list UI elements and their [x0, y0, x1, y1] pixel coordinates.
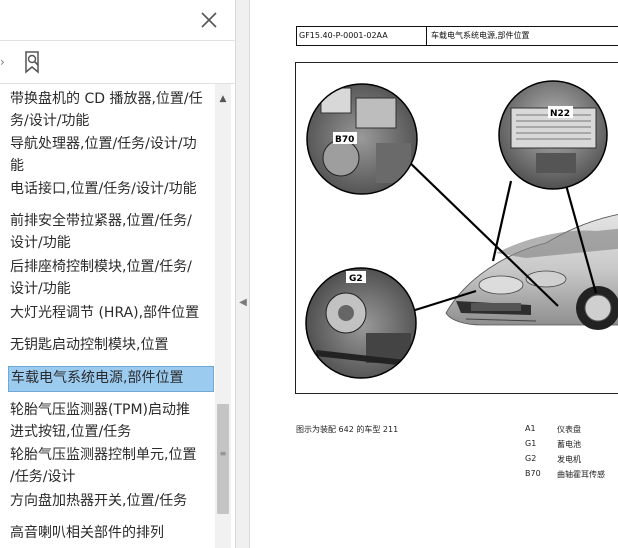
component-location-figure: B70 N22 G2 [295, 62, 618, 394]
close-panel-button[interactable] [197, 8, 221, 32]
bookmark-label-line1: 大灯光程调节 (HRA),部件位置 [10, 305, 200, 321]
document-page: GF15.40-P-0001-02AA 车载电气系统电源,部件位置 B70 N2… [251, 0, 618, 548]
panel-header [0, 0, 236, 40]
figure-illustration: B70 N22 G2 [305, 80, 618, 379]
g2-detail-bubble: G2 [305, 267, 417, 379]
bookmark-item-navigation-processor[interactable]: 导航处理器,位置/任务/设计/功 能 [8, 133, 214, 177]
legend-row: G2 发电机 [525, 454, 618, 469]
doc-title: 车载电气系统电源,部件位置 [431, 31, 530, 40]
legend-code: A1 [525, 424, 536, 433]
bookmark-label-line1: 电话接口,位置/任务/设计/功能 [10, 181, 197, 197]
bookmark-label-line1: 高音喇叭相关部件的排列 [10, 525, 164, 541]
legend-row: A1 仪表盘 [525, 424, 618, 439]
bookmark-item-rear-seat-module[interactable]: 后排座椅控制模块,位置/任务/ 设计/功能 [8, 256, 214, 300]
component-legend: A1 仪表盘 G1 蓄电池 G2 发电机 B70 曲轴霍耳传感 [525, 424, 618, 484]
bookmark-item-cd-changer[interactable]: 带换盘机的 CD 播放器,位置/任 务/设计/功能 [8, 88, 214, 132]
scroll-thumb[interactable]: ≡ [217, 404, 229, 514]
bookmark-item-tweeter[interactable]: 高音喇叭相关部件的排列 [8, 522, 214, 544]
bookmark-label-line2: 设计/功能 [10, 281, 71, 297]
figure-caption: 图示为装配 642 的车型 211 [296, 425, 399, 434]
bookmark-item-keyless-start[interactable]: 无钥匙启动控制模块,位置 [8, 334, 214, 356]
find-bookmark-button[interactable] [20, 49, 46, 75]
bookmark-label-line1: 轮胎气压监测器(TPM)启动推 [10, 402, 190, 418]
legend-desc: 曲轴霍耳传感 [557, 470, 605, 479]
bookmarks-panel: › 带换盘机的 CD 播放器,位置/任 务/设计/功能 导航处理器,位置/任务/… [0, 0, 236, 548]
legend-code: G2 [525, 454, 537, 463]
bookmark-label-line2: 务/设计/功能 [10, 113, 90, 129]
close-icon [201, 12, 217, 28]
bookmark-label-line1: 导航处理器,位置/任务/设计/功 [10, 136, 197, 152]
bookmark-search-icon [25, 51, 39, 74]
panel-toolbar: › [0, 41, 236, 83]
bookmark-label-line2: 能 [10, 158, 24, 174]
legend-desc: 仪表盘 [557, 425, 581, 434]
doc-id: GF15.40-P-0001-02AA [297, 27, 427, 45]
bookmark-label-line1: 无钥匙启动控制模块,位置 [10, 337, 169, 353]
bookmark-label-line1: 后排座椅控制模块,位置/任务/ [10, 259, 192, 275]
bookmark-item-seatbelt-tensioner[interactable]: 前排安全带拉紧器,位置/任务/ 设计/功能 [8, 210, 214, 254]
bookmark-scrollbar[interactable]: ▲ ≡ [215, 84, 231, 548]
bookmark-item-phone-interface[interactable]: 电话接口,位置/任务/设计/功能 [8, 178, 214, 200]
legend-row: B70 曲轴霍耳传感 [525, 469, 618, 484]
bookmark-label-line2: 设计/功能 [10, 235, 71, 251]
label-b70: B70 [335, 135, 354, 145]
toolbar-overflow-arrow[interactable]: › [0, 55, 6, 69]
legend-desc: 蓄电池 [557, 440, 581, 449]
doc-header-table: GF15.40-P-0001-02AA 车载电气系统电源,部件位置 [296, 26, 618, 46]
scroll-up-arrow-icon[interactable]: ▲ [215, 92, 231, 106]
bookmark-label-line1: 前排安全带拉紧器,位置/任务/ [10, 213, 192, 229]
bookmark-item-tpm-control-unit[interactable]: 轮胎气压监测器控制单元,位置 /任务/设计 [8, 444, 214, 488]
n22-detail-bubble: N22 [498, 80, 608, 190]
legend-desc: 发电机 [557, 455, 581, 464]
legend-row: G1 蓄电池 [525, 439, 618, 454]
collapse-panel-arrow-icon[interactable]: ◀ [238, 296, 248, 310]
bookmark-label-line2: /任务/设计 [10, 469, 76, 485]
grip-icon: ≡ [219, 449, 227, 458]
legend-code: G1 [525, 439, 537, 448]
bookmark-label-line1: 方向盘加热器开关,位置/任务 [10, 493, 188, 509]
label-g2: G2 [349, 274, 363, 284]
label-n22: N22 [550, 109, 570, 119]
legend-code: B70 [525, 469, 541, 478]
bookmark-item-tpm-button[interactable]: 轮胎气压监测器(TPM)启动推 进式按钮,位置/任务 [8, 399, 214, 443]
bookmark-item-power-supply-selected[interactable]: 车载电气系统电源,部件位置 [8, 366, 214, 392]
bookmark-item-steering-heater[interactable]: 方向盘加热器开关,位置/任务 [8, 490, 214, 512]
car-illustration [445, 214, 618, 330]
bookmark-label-line2: 进式按钮,位置/任务 [10, 424, 132, 440]
panel-splitter[interactable]: ◀ [236, 0, 250, 548]
b70-detail-bubble: B70 [306, 83, 418, 195]
bookmark-item-headlamp-range[interactable]: 大灯光程调节 (HRA),部件位置 [8, 302, 214, 324]
bookmark-list: 带换盘机的 CD 播放器,位置/任 务/设计/功能 导航处理器,位置/任务/设计… [0, 84, 214, 548]
bookmark-label-line1: 带换盘机的 CD 播放器,位置/任 [10, 91, 203, 107]
bookmark-label-line1: 车载电气系统电源,部件位置 [11, 370, 184, 386]
bookmark-label-line1: 轮胎气压监测器控制单元,位置 [10, 447, 197, 463]
